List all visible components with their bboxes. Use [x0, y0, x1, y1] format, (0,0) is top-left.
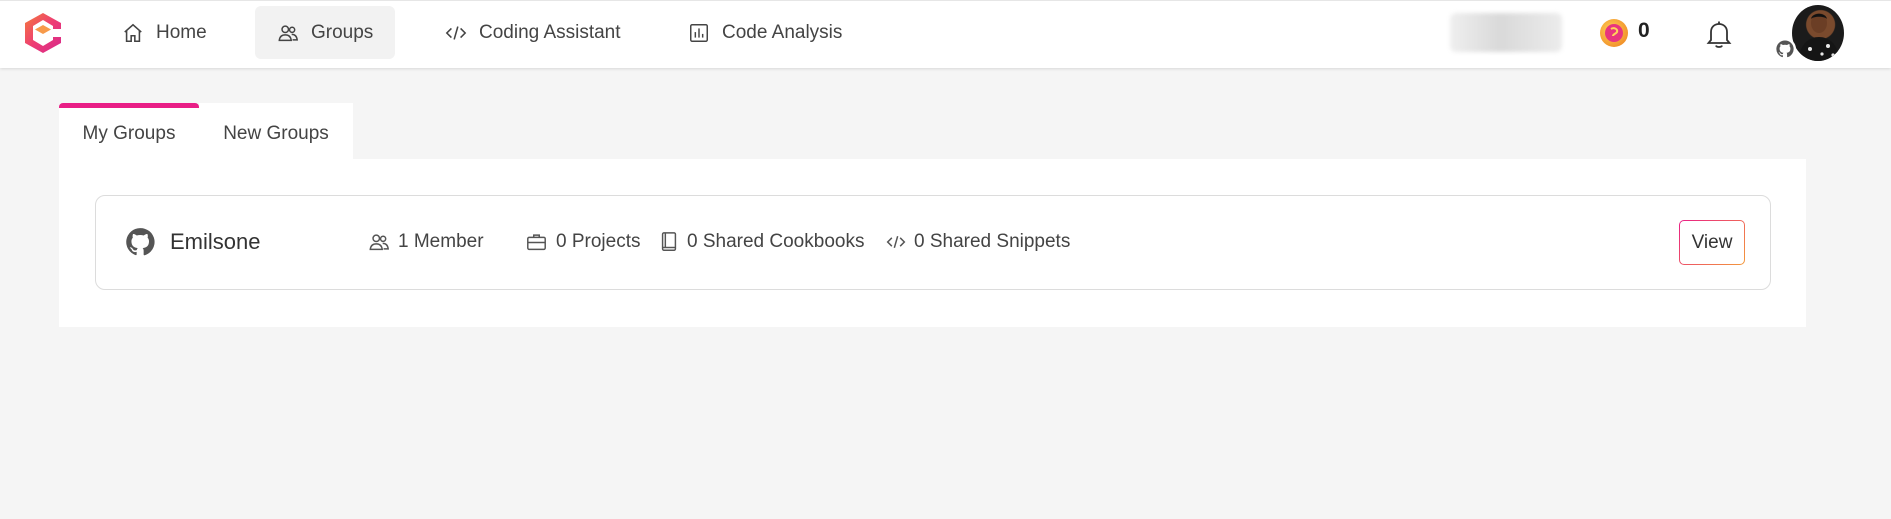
app-logo-icon[interactable] — [22, 11, 64, 55]
blurred-search-box[interactable] — [1450, 13, 1562, 52]
nav-code-analysis[interactable]: Code Analysis — [666, 6, 864, 59]
nav-groups-label: Groups — [311, 21, 374, 43]
github-icon — [126, 228, 155, 256]
group-projects-stat: 0 Projects — [525, 231, 640, 253]
coin-count: 0 — [1638, 19, 1650, 42]
tab-new-groups[interactable]: New Groups — [199, 103, 353, 159]
notification-bell-icon[interactable] — [1705, 18, 1733, 50]
group-cookbooks-count: 0 Shared Cookbooks — [687, 231, 865, 252]
briefcase-icon — [527, 234, 546, 251]
group-snippets-count: 0 Shared Snippets — [914, 231, 1071, 252]
user-avatar[interactable] — [1792, 5, 1844, 61]
tab-my-groups[interactable]: My Groups — [59, 103, 199, 159]
group-cookbooks-stat: 0 Shared Cookbooks — [659, 231, 864, 253]
code-icon — [445, 25, 467, 40]
group-projects-count: 0 Projects — [556, 231, 641, 252]
group-members-count: 1 Member — [398, 231, 484, 252]
github-badge-icon — [1774, 38, 1796, 60]
nav-coding-assistant-label: Coding Assistant — [479, 21, 621, 43]
coin-icon — [1600, 19, 1628, 47]
book-icon — [661, 232, 677, 251]
view-group-button[interactable]: View — [1679, 220, 1745, 265]
group-snippets-stat: 0 Shared Snippets — [886, 231, 1070, 253]
users-icon — [278, 24, 298, 41]
home-icon — [124, 23, 142, 42]
group-card: Emilsone 1 Member 0 Projects 0 Shared Co… — [95, 195, 1771, 290]
nav-home-label: Home — [156, 21, 207, 43]
groups-tabs: My Groups New Groups — [59, 103, 353, 159]
nav-home[interactable]: Home — [100, 6, 229, 59]
groups-panel: Emilsone 1 Member 0 Projects 0 Shared Co… — [59, 159, 1806, 327]
top-navigation-bar: Home Groups Coding Assistant Code Analys… — [0, 0, 1891, 68]
nav-groups[interactable]: Groups — [255, 6, 396, 59]
nav-code-analysis-label: Code Analysis — [722, 21, 843, 43]
nav-coding-assistant[interactable]: Coding Assistant — [423, 6, 643, 59]
group-name: Emilsone — [170, 229, 261, 254]
users-icon — [369, 234, 389, 251]
group-header: Emilsone — [124, 226, 260, 258]
group-members-stat: 1 Member — [368, 231, 484, 253]
bar-chart-icon — [690, 23, 708, 42]
code-icon — [886, 235, 906, 249]
